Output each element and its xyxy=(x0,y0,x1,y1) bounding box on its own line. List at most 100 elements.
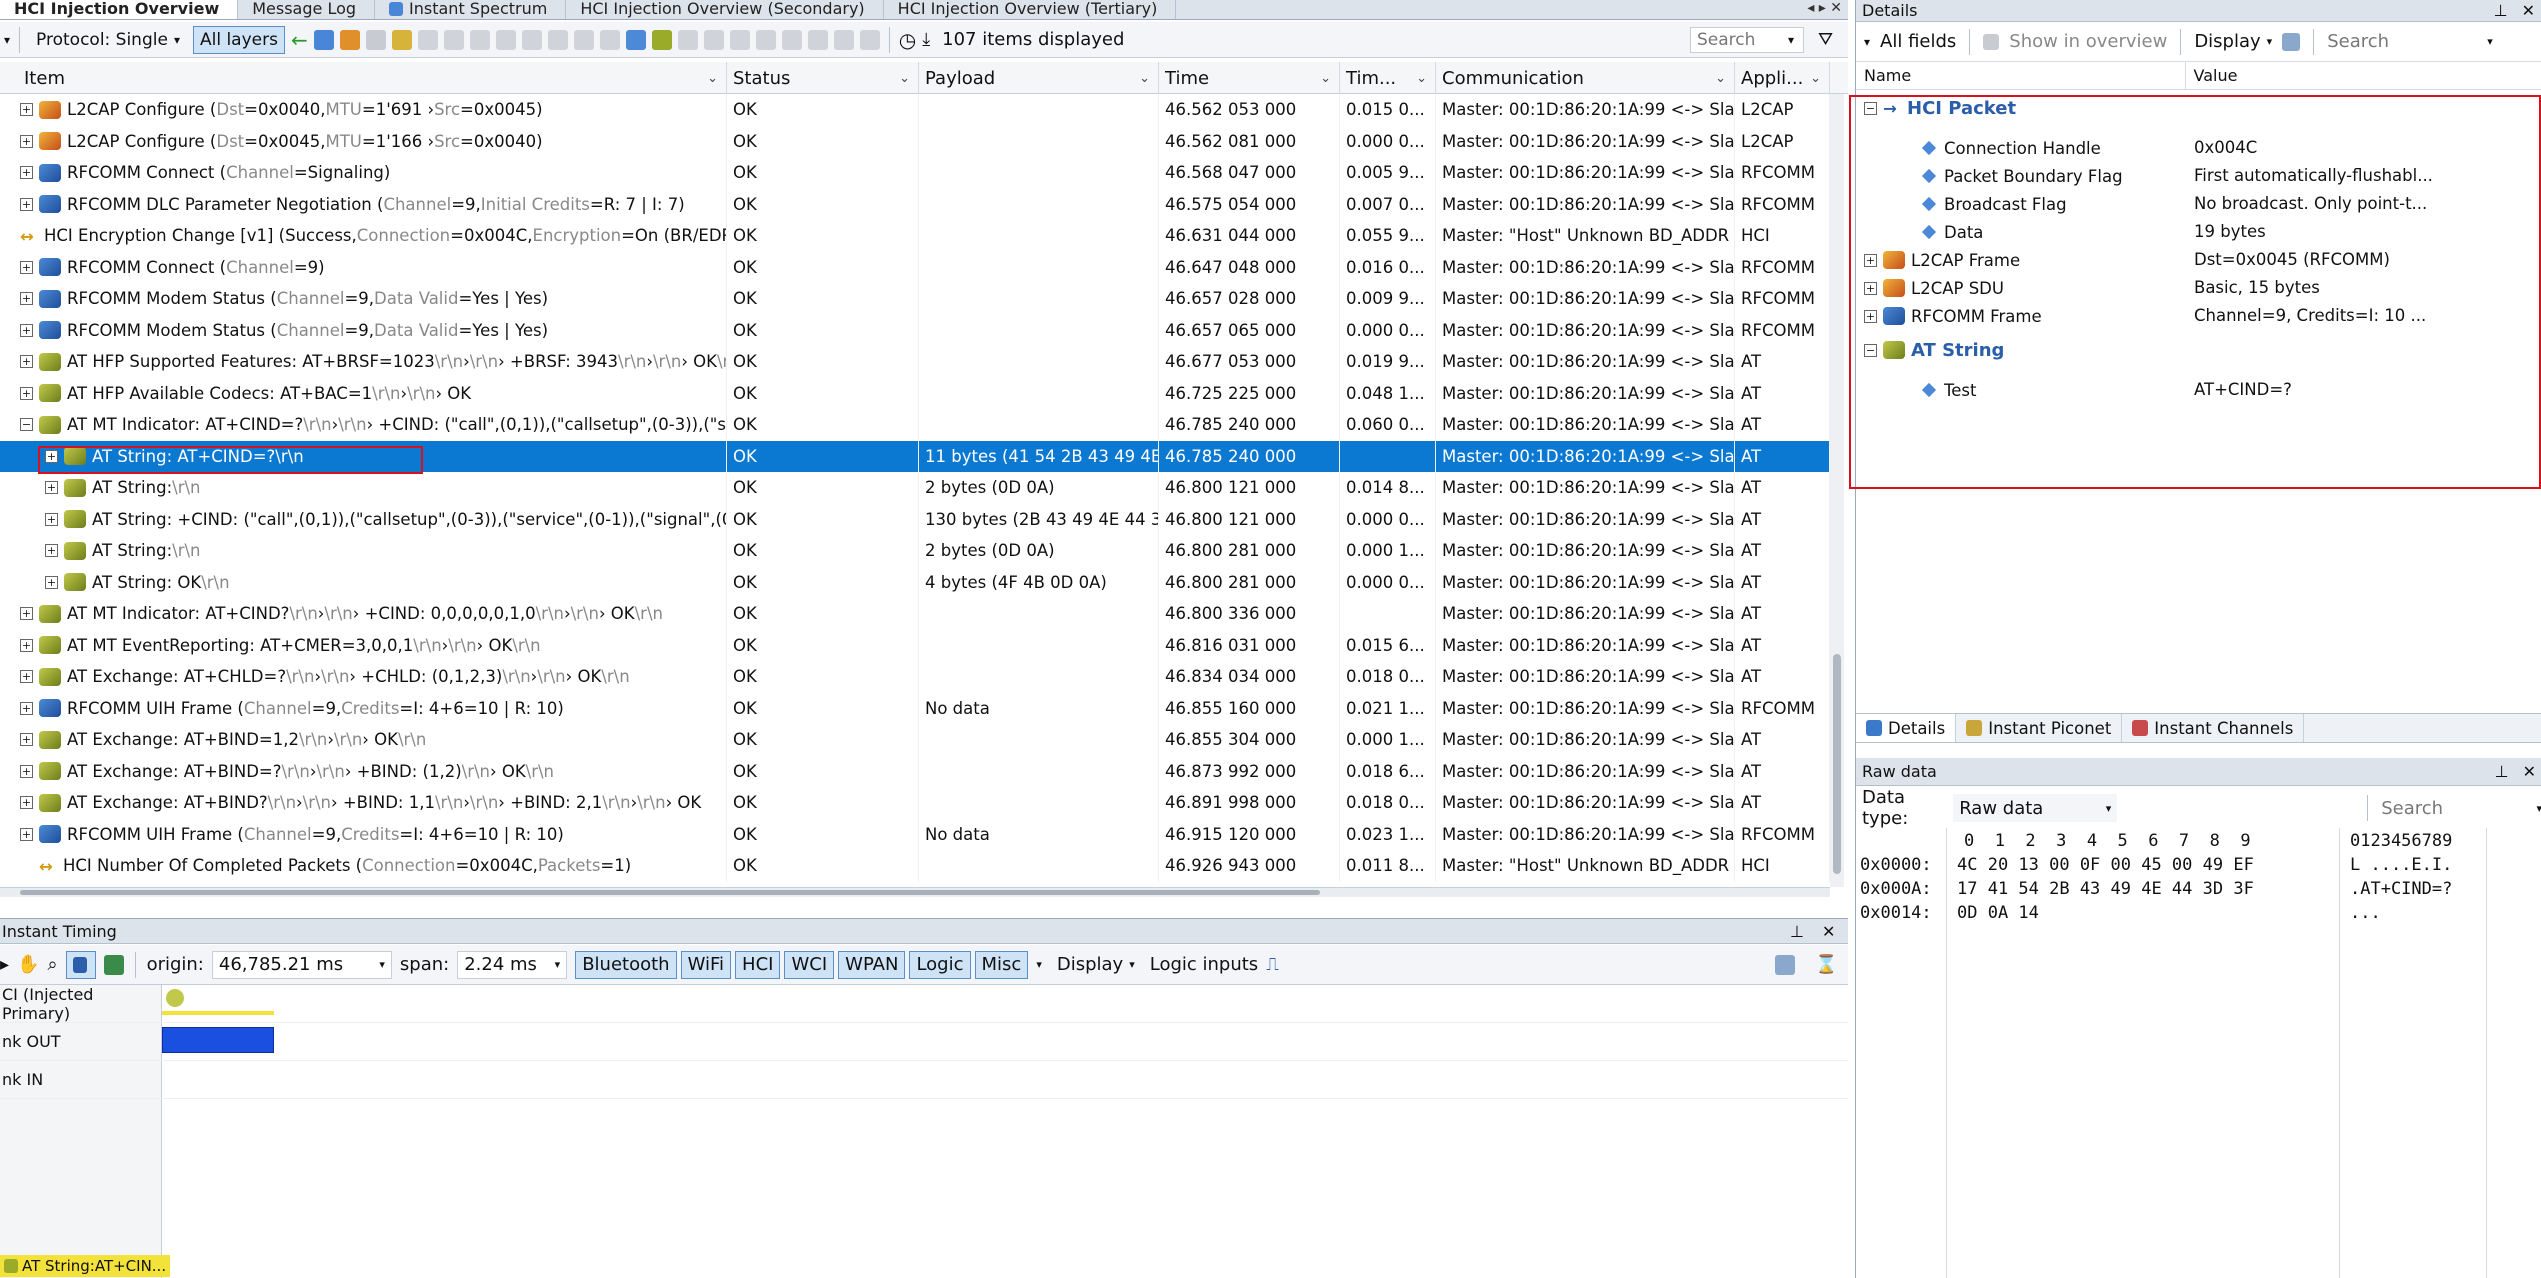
tab-2[interactable]: Instant Spectrum xyxy=(375,0,567,19)
table-row[interactable]: + L2CAP Configure (Dst =0x0045, MTU =1'166 … xyxy=(0,125,1830,157)
expand-toggle-icon[interactable]: + xyxy=(20,638,33,652)
chevron-down-icon[interactable]: ▾ xyxy=(2487,35,2493,48)
expand-toggle-icon[interactable]: + xyxy=(20,260,33,274)
music-icon[interactable] xyxy=(599,29,620,50)
timing-status-item[interactable]: AT String:AT+CIN... xyxy=(0,1255,171,1277)
table-row[interactable]: ↔ HCI Encryption Change [v1] (Success, Co… xyxy=(0,220,1830,252)
pin-icon[interactable]: ⊥ xyxy=(2494,1,2508,20)
column-header-4[interactable]: Tim... ⌄ xyxy=(1340,62,1436,94)
all-layers-button[interactable]: All layers xyxy=(192,25,285,54)
back-arrow-icon[interactable]: ← xyxy=(291,28,308,52)
table-row[interactable]: + AT Exchange: AT+BIND=1,2 \r\n › \r\n › OK \… xyxy=(0,724,1830,756)
bookmark-icon[interactable] xyxy=(417,29,438,50)
settings-icon[interactable] xyxy=(469,29,490,50)
protocol-dropdown[interactable]: Protocol: Single ▾ xyxy=(29,26,187,54)
data-type-dropdown[interactable]: Raw data ▾ xyxy=(1953,794,2118,822)
expand-toggle-icon[interactable]: + xyxy=(20,197,33,211)
overview-vertical-scrollbar[interactable] xyxy=(1830,94,1844,887)
ascii-bytes[interactable]: ... xyxy=(2350,901,2381,925)
pin-icon[interactable]: ⊥ xyxy=(2495,762,2509,781)
table-row[interactable]: + RFCOMM DLC Parameter Negotiation (Chann… xyxy=(0,188,1830,220)
key-icon[interactable] xyxy=(365,29,386,50)
table-row[interactable]: + AT HFP Supported Features: AT+BRSF=1023… xyxy=(0,346,1830,378)
protocol-filter-icon[interactable] xyxy=(339,29,360,50)
chevron-down-icon[interactable]: ⌄ xyxy=(1810,71,1821,86)
grid-icon[interactable] xyxy=(703,29,724,50)
folder-icon[interactable] xyxy=(807,29,828,50)
tab-0[interactable]: HCI Injection Overview xyxy=(0,0,239,19)
all-fields-button[interactable]: All fields xyxy=(1880,31,1956,52)
tab-4[interactable]: HCI Injection Overview (Tertiary) xyxy=(884,0,1177,19)
lock-icon[interactable] xyxy=(443,29,464,50)
expand-toggle-icon[interactable]: + xyxy=(45,512,58,526)
hourglass-icon[interactable]: ⌛ xyxy=(1815,954,1837,975)
expand-toggle-icon[interactable]: + xyxy=(20,386,33,400)
star-icon[interactable] xyxy=(521,29,542,50)
tab-3[interactable]: HCI Injection Overview (Secondary) xyxy=(566,0,884,19)
chevron-down-icon[interactable]: ⌄ xyxy=(1416,71,1427,86)
filter-bluetooth[interactable]: Bluetooth xyxy=(575,950,677,979)
link-out-packet-bar[interactable] xyxy=(162,1027,274,1053)
chevron-down-icon[interactable]: ▾ xyxy=(1864,35,1870,49)
expand-toggle-icon[interactable]: + xyxy=(20,292,33,306)
expand-toggle-icon[interactable]: + xyxy=(20,733,33,747)
hand-tool-icon[interactable]: ✋ xyxy=(17,954,39,975)
table-row[interactable]: + RFCOMM Modem Status (Channel =9, Data Va… xyxy=(0,314,1830,346)
ascii-bytes[interactable]: L ....E.I. xyxy=(2350,853,2452,877)
hex-bytes[interactable]: 17 41 54 2B 43 49 4E 44 3D 3F xyxy=(1957,877,2254,901)
close-icon[interactable]: ✕ xyxy=(1822,922,1835,941)
expand-toggle-icon[interactable]: − xyxy=(20,418,33,432)
layers-icon[interactable] xyxy=(677,29,698,50)
expand-toggle-icon[interactable]: + xyxy=(20,670,33,684)
clock-icon[interactable]: ◷ xyxy=(899,28,916,52)
expand-toggle-icon[interactable]: + xyxy=(20,323,33,337)
table-row[interactable]: − AT MT Indicator: AT+CIND=? \r\n › \r\n › +… xyxy=(0,409,1830,441)
expand-toggle-icon[interactable]: + xyxy=(20,701,33,715)
table-row[interactable]: + AT HFP Available Codecs: AT+BAC=1 \r\n › … xyxy=(0,377,1830,409)
waveform-icon[interactable]: ⎍ xyxy=(1266,954,1279,975)
table-row[interactable]: + AT String: OK \r\n OK 4 bytes (4F 4B 0D 0A… xyxy=(0,566,1830,598)
pin-icon[interactable]: ⊥ xyxy=(1790,922,1804,941)
scrollbar-thumb[interactable] xyxy=(20,890,1320,895)
details-display-dropdown[interactable]: Display ▾ xyxy=(2194,31,2272,52)
overview-search-input[interactable]: Search xyxy=(1690,26,1804,53)
close-icon[interactable]: ✕ xyxy=(2523,762,2536,781)
column-header-6[interactable]: Appli... ⌄ xyxy=(1735,62,1830,94)
export-icon[interactable]: ⤓ xyxy=(922,29,930,50)
table-row[interactable]: + AT MT EventReporting: AT+CMER=3,0,0,1 \r… xyxy=(0,629,1830,661)
origin-input[interactable]: 46,785.21 ms ▾ xyxy=(211,950,392,979)
expand-toggle-icon[interactable]: + xyxy=(20,355,33,369)
bottom-tab-0[interactable]: Details xyxy=(1856,714,1957,742)
expand-toggle-icon[interactable]: + xyxy=(20,607,33,621)
table-row[interactable]: + AT Exchange: AT+CHLD=? \r\n › \r\n › +CHLD… xyxy=(0,661,1830,693)
lane-link-in[interactable]: nk IN xyxy=(0,1061,162,1099)
table-row[interactable]: + RFCOMM UIH Frame (Channel =9, Credits =I:… xyxy=(0,818,1830,850)
filter-wci[interactable]: WCI xyxy=(784,950,835,979)
table-row[interactable]: + L2CAP Configure (Dst =0x0040, MTU =1'691 … xyxy=(0,94,1830,126)
hook-icon[interactable] xyxy=(547,29,568,50)
expand-toggle-icon[interactable]: + xyxy=(20,166,33,180)
lane-view-toggle[interactable] xyxy=(65,950,96,979)
raw-search-input[interactable]: Search xyxy=(2381,798,2526,819)
table-row[interactable]: + AT String: \r\n OK 2 bytes (0D 0A) 46.800 … xyxy=(0,535,1830,567)
expand-toggle-icon[interactable]: + xyxy=(20,764,33,778)
filter-misc[interactable]: Misc xyxy=(974,950,1029,979)
tab-nav-controls[interactable]: ◂ ▸ ✕ xyxy=(1807,0,1842,16)
export-icon[interactable] xyxy=(2282,32,2301,51)
chevron-down-icon[interactable]: ▾ xyxy=(4,33,10,47)
funnel-icon[interactable]: ⛛ xyxy=(1818,29,1833,50)
table-row[interactable]: + AT String: +CIND: ("call",(0,1)),("call… xyxy=(0,503,1830,535)
cog-icon[interactable] xyxy=(859,29,880,50)
chevron-down-icon[interactable]: ⌄ xyxy=(707,71,718,86)
at-packet-marker[interactable] xyxy=(162,1011,274,1015)
lane-injected-primary[interactable]: CI (Injected Primary) xyxy=(0,985,162,1023)
expand-toggle-icon[interactable]: + xyxy=(20,796,33,810)
rfcomm-icon[interactable] xyxy=(625,29,646,50)
table-row[interactable]: + RFCOMM UIH Frame (Channel =9, Credits =I:… xyxy=(0,692,1830,724)
column-header-2[interactable]: Payload ⌄ xyxy=(919,62,1159,94)
expand-toggle-icon[interactable]: + xyxy=(20,827,33,841)
chevron-down-icon[interactable]: ⌄ xyxy=(1139,71,1150,86)
filter-logic[interactable]: Logic xyxy=(909,950,971,979)
filter-hci[interactable]: HCI xyxy=(735,950,781,979)
pointer-icon[interactable]: ▸ xyxy=(0,954,9,975)
